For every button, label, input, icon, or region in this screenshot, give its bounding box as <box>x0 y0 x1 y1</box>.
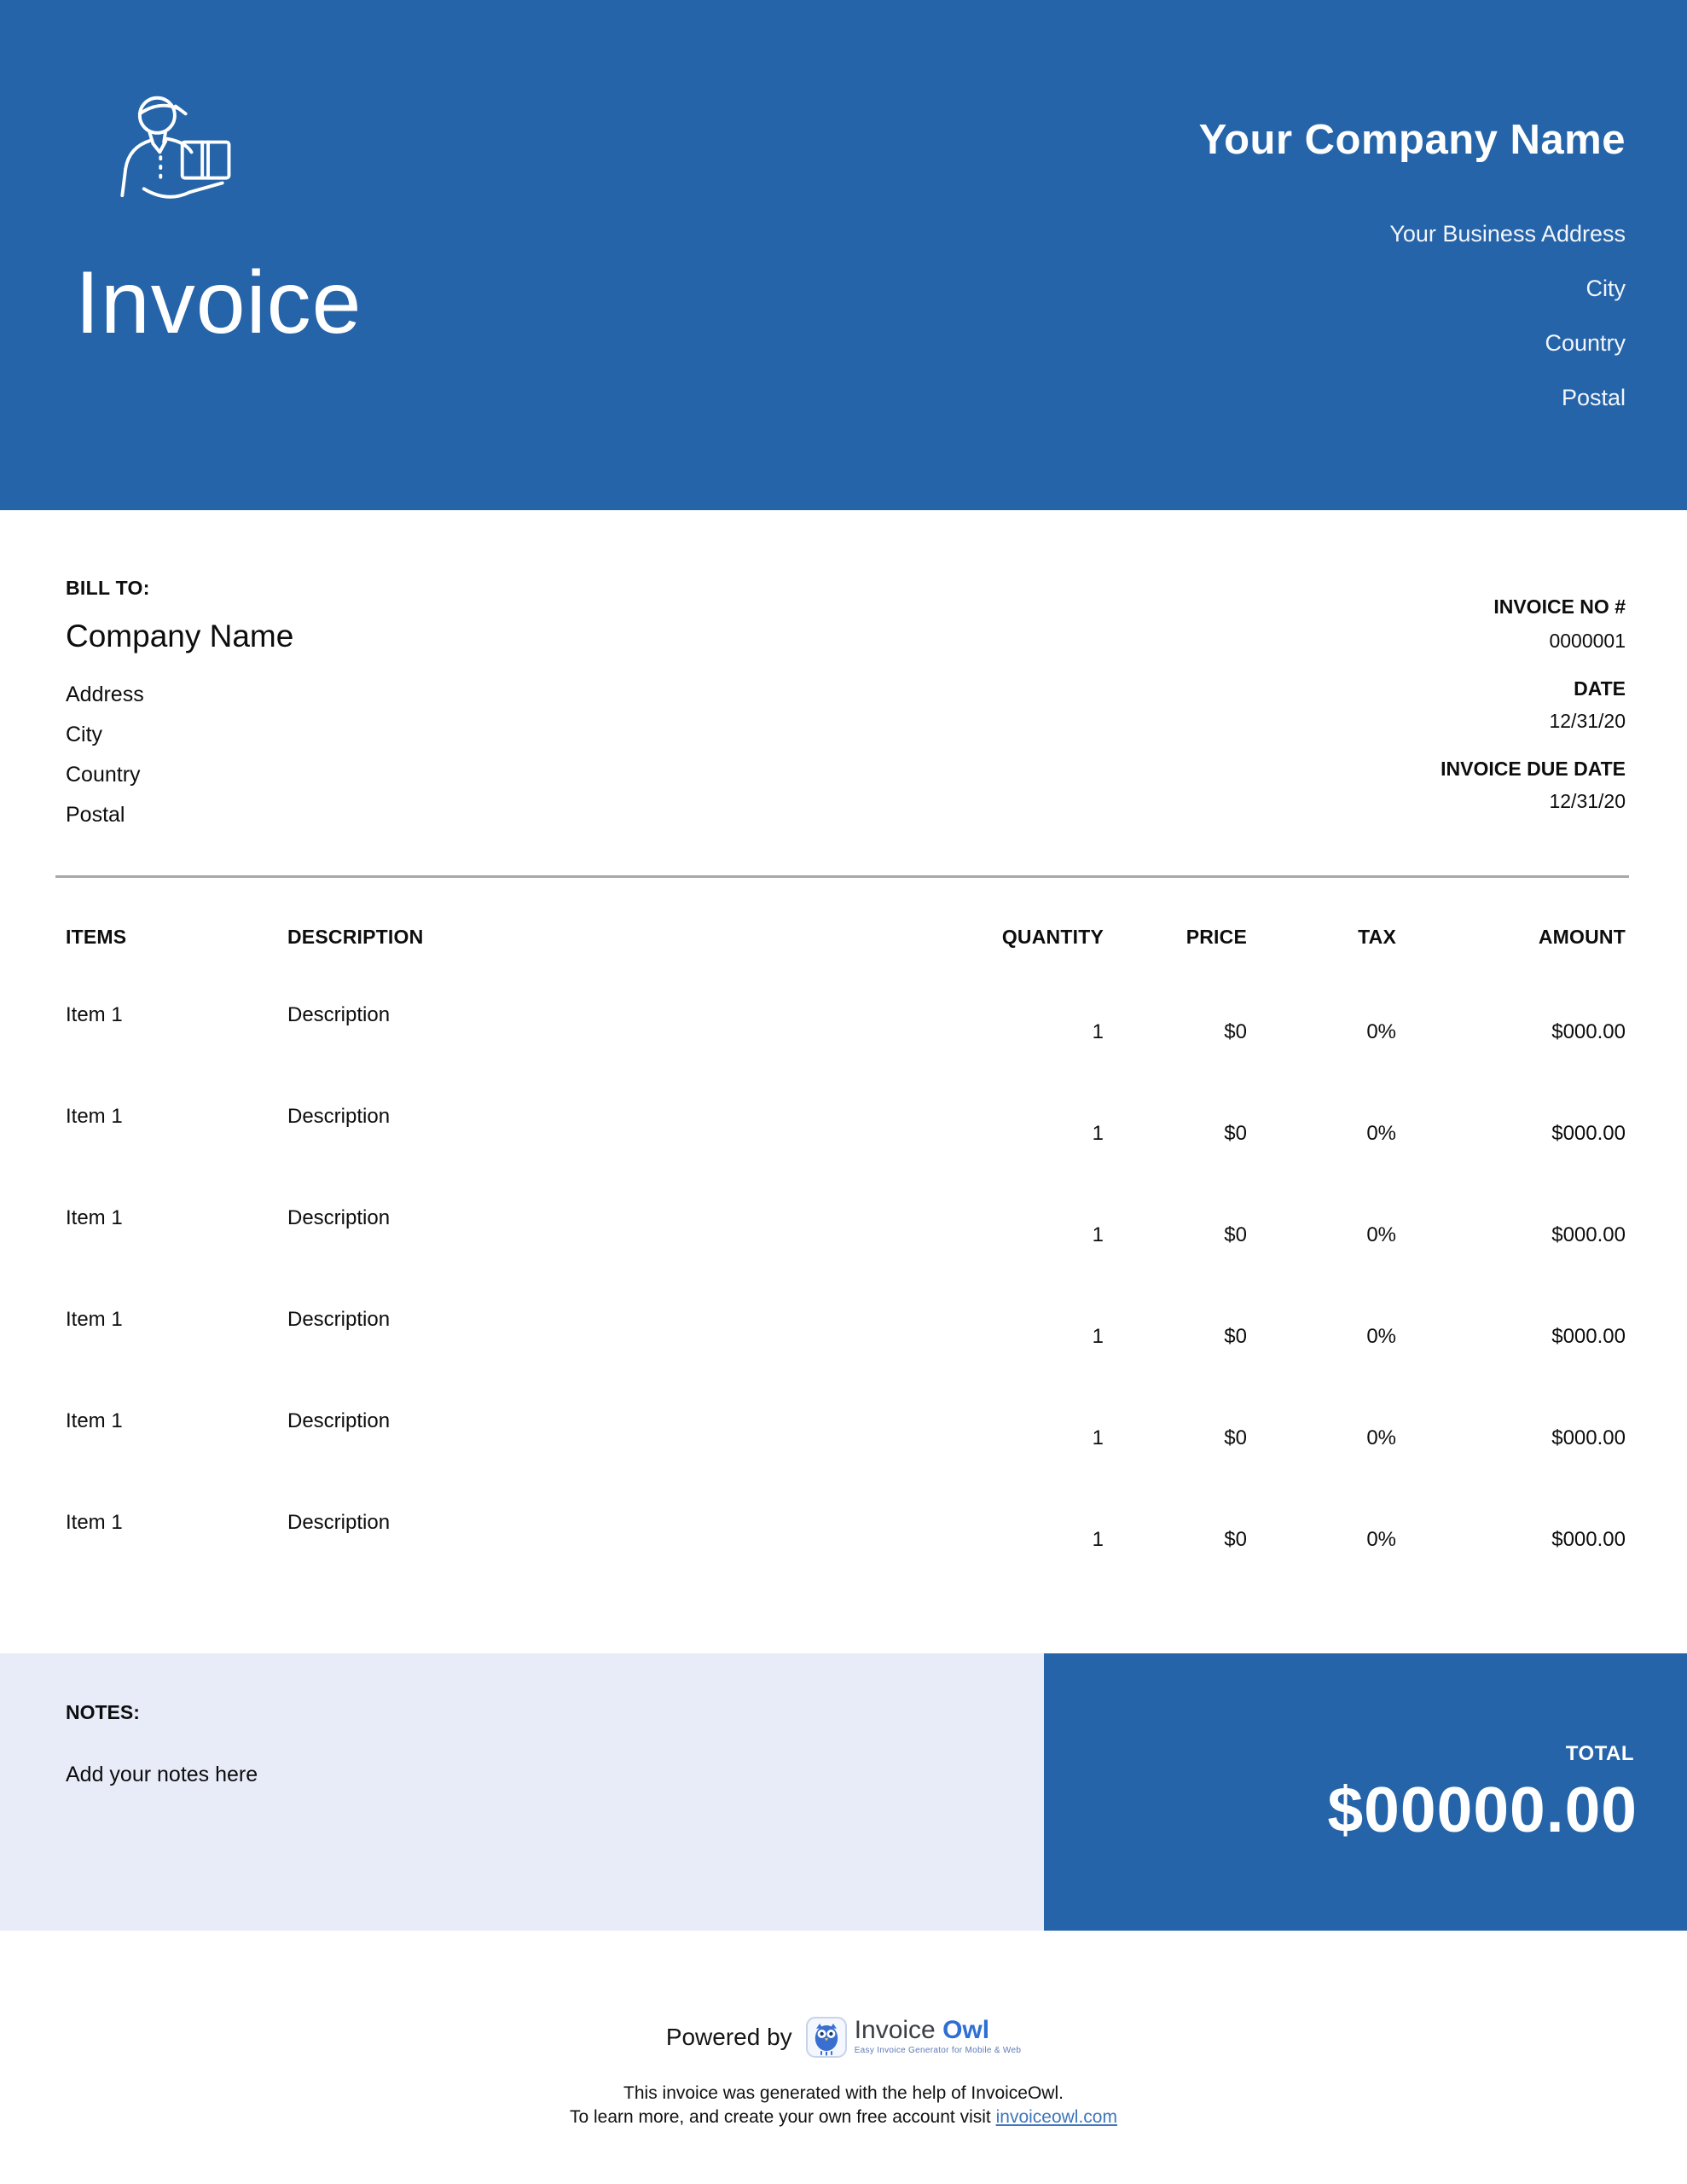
cell-quantity: 1 <box>1092 1223 1104 1246</box>
cell-quantity: 1 <box>1092 1122 1104 1145</box>
cell-tax: 0% <box>1366 1020 1396 1043</box>
cell-tax: 0% <box>1366 1223 1396 1246</box>
cell-price: $0 <box>1224 1325 1247 1348</box>
cell-amount: $000.00 <box>1551 1020 1626 1043</box>
table-row: Item 1 Description 1 $0 0% $000.00 <box>66 1206 1626 1308</box>
invoice-date-label: DATE <box>1574 677 1626 700</box>
cell-price: $0 <box>1224 1223 1247 1246</box>
bill-to-address-line: Postal <box>66 803 125 827</box>
notes-text: Add your notes here <box>66 1763 258 1786</box>
cell-item: Item 1 <box>66 1511 123 1534</box>
footer-line-2-text: To learn more, and create your own free … <box>570 2107 996 2127</box>
table-row: Item 1 Description 1 $0 0% $000.00 <box>66 1003 1626 1105</box>
bill-to-block: BILL TO: Company Name Address City Count… <box>66 577 293 835</box>
bill-to-address: Address City Country Postal <box>66 675 293 835</box>
bill-to-company: Company Name <box>66 619 294 653</box>
bill-to-address-line: Country <box>66 763 141 787</box>
page-title: Invoice <box>75 253 362 352</box>
cell-amount: $000.00 <box>1551 1223 1626 1246</box>
column-header-amount: AMOUNT <box>1538 926 1626 948</box>
invoice-due-date-label: INVOICE DUE DATE <box>1441 758 1626 780</box>
table-row: Item 1 Description 1 $0 0% $000.00 <box>66 1511 1626 1612</box>
invoice-number-value: 0000001 <box>1549 630 1626 652</box>
table-header-row: ITEMS DESCRIPTION QUANTITY PRICE TAX AMO… <box>66 926 1626 949</box>
logo-word-owl: Owl <box>942 2016 990 2044</box>
invoice-date-value: 12/31/20 <box>1549 710 1626 732</box>
cell-price: $0 <box>1224 1426 1247 1449</box>
cell-item: Item 1 <box>66 1003 123 1026</box>
powered-by-row: Powered by Invoice Owl Easy Invoice Gene… <box>0 2017 1687 2058</box>
cell-item: Item 1 <box>66 1105 123 1128</box>
notes-total-band: NOTES: Add your notes here TOTAL $00000.… <box>0 1653 1687 1931</box>
invoice-page: Invoice Your Company Name Your Business … <box>0 0 1687 2184</box>
cell-tax: 0% <box>1366 1122 1396 1145</box>
cell-quantity: 1 <box>1092 1325 1104 1348</box>
column-header-items: ITEMS <box>66 926 127 948</box>
company-address-line: City <box>1586 276 1626 301</box>
cell-tax: 0% <box>1366 1426 1396 1449</box>
company-address-line: Country <box>1545 330 1626 356</box>
cell-quantity: 1 <box>1092 1426 1104 1449</box>
invoice-number-label: INVOICE NO # <box>1493 595 1626 618</box>
table-row: Item 1 Description 1 $0 0% $000.00 <box>66 1105 1626 1206</box>
cell-description: Description <box>287 1003 391 1026</box>
cell-quantity: 1 <box>1092 1020 1104 1043</box>
cell-amount: $000.00 <box>1551 1528 1626 1551</box>
column-header-quantity: QUANTITY <box>1001 926 1104 948</box>
company-address: Your Business Address City Country Posta… <box>1199 206 1626 425</box>
notes-label: NOTES: <box>66 1701 140 1723</box>
invoiceowl-logo: Invoice Owl Easy Invoice Generator for M… <box>805 2017 1022 2058</box>
column-header-tax: TAX <box>1358 926 1396 948</box>
section-divider <box>55 875 1629 878</box>
invoiceowl-logo-name: Invoice Owl <box>855 2017 1022 2044</box>
cell-quantity: 1 <box>1092 1528 1104 1551</box>
company-address-line: Your Business Address <box>1389 221 1626 247</box>
powered-by-text: Powered by <box>665 2024 792 2050</box>
cell-tax: 0% <box>1366 1528 1396 1551</box>
cell-amount: $000.00 <box>1551 1122 1626 1145</box>
footer-line-2: To learn more, and create your own free … <box>0 2107 1687 2128</box>
invoiceowl-logo-tagline: Easy Invoice Generator for Mobile & Web <box>854 2046 1022 2055</box>
cell-tax: 0% <box>1366 1325 1396 1348</box>
header-banner: Invoice Your Company Name Your Business … <box>0 0 1687 510</box>
company-address-line: Postal <box>1561 385 1626 410</box>
cell-description: Description <box>287 1105 391 1128</box>
table-row: Item 1 Description 1 $0 0% $000.00 <box>66 1409 1626 1511</box>
column-header-description: DESCRIPTION <box>287 926 424 948</box>
cell-price: $0 <box>1224 1020 1247 1043</box>
cell-item: Item 1 <box>66 1308 123 1331</box>
delivery-person-icon <box>120 96 231 199</box>
cell-price: $0 <box>1224 1122 1247 1145</box>
cell-item: Item 1 <box>66 1409 123 1432</box>
cell-amount: $000.00 <box>1551 1426 1626 1449</box>
cell-description: Description <box>287 1409 391 1432</box>
cell-description: Description <box>287 1511 391 1534</box>
bill-to-address-line: Address <box>66 682 144 706</box>
cell-item: Item 1 <box>66 1206 123 1229</box>
cell-amount: $000.00 <box>1551 1325 1626 1348</box>
items-table: ITEMS DESCRIPTION QUANTITY PRICE TAX AMO… <box>66 926 1626 1612</box>
column-header-price: PRICE <box>1186 926 1247 948</box>
table-row: Item 1 Description 1 $0 0% $000.00 <box>66 1308 1626 1409</box>
table-body: Item 1 Description 1 $0 0% $000.00 Item … <box>66 1003 1626 1612</box>
invoiceowl-logo-text: Invoice Owl Easy Invoice Generator for M… <box>854 2017 1022 2056</box>
cell-description: Description <box>287 1206 391 1229</box>
total-panel: TOTAL $00000.00 <box>1044 1653 1687 1931</box>
bill-to-label: BILL TO: <box>66 577 150 599</box>
total-label: TOTAL <box>1565 1742 1634 1765</box>
logo-word-invoice: Invoice <box>854 2016 936 2044</box>
invoiceowl-owl-icon <box>805 2017 847 2058</box>
invoiceowl-link[interactable]: invoiceowl.com <box>996 2107 1117 2127</box>
company-name: Your Company Name <box>1198 117 1626 163</box>
invoice-due-date-value: 12/31/20 <box>1549 790 1626 812</box>
cell-price: $0 <box>1224 1528 1247 1551</box>
notes-panel: NOTES: Add your notes here <box>0 1653 1044 1931</box>
bill-to-address-line: City <box>66 723 103 746</box>
cell-description: Description <box>287 1308 391 1331</box>
company-block: Your Company Name Your Business Address … <box>1199 116 1626 425</box>
total-amount: $00000.00 <box>1327 1774 1638 1845</box>
footer-line-1: This invoice was generated with the help… <box>623 2083 1064 2103</box>
invoice-meta-block: INVOICE NO # 0000001 DATE 12/31/20 INVOI… <box>1441 595 1626 812</box>
